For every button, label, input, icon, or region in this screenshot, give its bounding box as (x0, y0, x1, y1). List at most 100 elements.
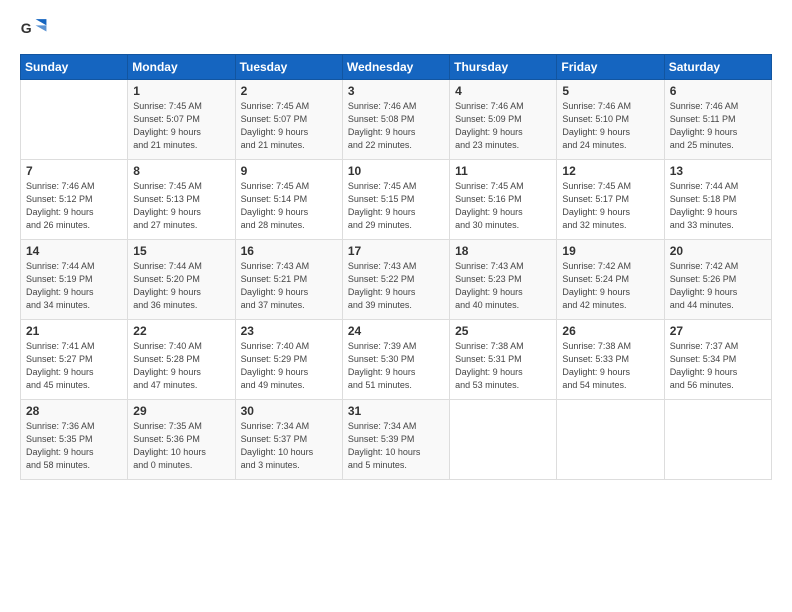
day-cell: 14 Sunrise: 7:44 AM Sunset: 5:19 PM Dayli… (21, 240, 128, 320)
day-info: Sunrise: 7:45 AM Sunset: 5:16 PM Dayligh… (455, 180, 551, 232)
day-number: 23 (241, 324, 337, 338)
day-number: 22 (133, 324, 229, 338)
day-cell: 27 Sunrise: 7:37 AM Sunset: 5:34 PM Dayli… (664, 320, 771, 400)
header: G (20, 16, 772, 44)
logo: G (20, 16, 50, 44)
col-header-sunday: Sunday (21, 55, 128, 80)
day-info: Sunrise: 7:38 AM Sunset: 5:31 PM Dayligh… (455, 340, 551, 392)
page: G SundayMondayTuesdayWednesdayThursdayFr… (0, 0, 792, 612)
day-number: 12 (562, 164, 658, 178)
day-cell: 29Sunrise: 7:35 AM Sunset: 5:36 PM Dayli… (128, 400, 235, 480)
day-cell (664, 400, 771, 480)
day-cell: 20 Sunrise: 7:42 AM Sunset: 5:26 PM Dayli… (664, 240, 771, 320)
day-cell: 30 Sunrise: 7:34 AM Sunset: 5:37 PM Dayli… (235, 400, 342, 480)
day-number: 10 (348, 164, 444, 178)
day-cell: 18Sunrise: 7:43 AM Sunset: 5:23 PM Dayli… (450, 240, 557, 320)
week-row-4: 21 Sunrise: 7:41 AM Sunset: 5:27 PM Dayli… (21, 320, 772, 400)
day-info: Sunrise: 7:44 AM Sunset: 5:19 PM Dayligh… (26, 260, 122, 312)
day-number: 4 (455, 84, 551, 98)
day-cell: 7Sunrise: 7:46 AM Sunset: 5:12 PM Daylig… (21, 160, 128, 240)
day-info: Sunrise: 7:46 AM Sunset: 5:11 PM Dayligh… (670, 100, 766, 152)
day-cell: 22 Sunrise: 7:40 AM Sunset: 5:28 PM Dayli… (128, 320, 235, 400)
svg-text:G: G (21, 20, 32, 36)
day-cell: 3Sunrise: 7:46 AM Sunset: 5:08 PM Daylig… (342, 80, 449, 160)
week-row-1: 1 Sunrise: 7:45 AM Sunset: 5:07 PM Daylig… (21, 80, 772, 160)
day-info: Sunrise: 7:45 AM Sunset: 5:14 PM Dayligh… (241, 180, 337, 232)
day-info: Sunrise: 7:44 AM Sunset: 5:18 PM Dayligh… (670, 180, 766, 232)
day-number: 15 (133, 244, 229, 258)
col-header-saturday: Saturday (664, 55, 771, 80)
day-cell: 16 Sunrise: 7:43 AM Sunset: 5:21 PM Dayli… (235, 240, 342, 320)
day-cell: 26Sunrise: 7:38 AM Sunset: 5:33 PM Dayli… (557, 320, 664, 400)
day-cell: 5 Sunrise: 7:46 AM Sunset: 5:10 PM Daylig… (557, 80, 664, 160)
day-info: Sunrise: 7:40 AM Sunset: 5:29 PM Dayligh… (241, 340, 337, 392)
day-number: 17 (348, 244, 444, 258)
day-cell: 8Sunrise: 7:45 AM Sunset: 5:13 PM Daylig… (128, 160, 235, 240)
day-info: Sunrise: 7:45 AM Sunset: 5:07 PM Dayligh… (133, 100, 229, 152)
day-number: 25 (455, 324, 551, 338)
day-info: Sunrise: 7:39 AM Sunset: 5:30 PM Dayligh… (348, 340, 444, 392)
day-cell: 21 Sunrise: 7:41 AM Sunset: 5:27 PM Dayli… (21, 320, 128, 400)
day-info: Sunrise: 7:46 AM Sunset: 5:08 PM Dayligh… (348, 100, 444, 152)
calendar-table: SundayMondayTuesdayWednesdayThursdayFrid… (20, 54, 772, 480)
day-info: Sunrise: 7:45 AM Sunset: 5:15 PM Dayligh… (348, 180, 444, 232)
day-cell: 25 Sunrise: 7:38 AM Sunset: 5:31 PM Dayli… (450, 320, 557, 400)
day-number: 30 (241, 404, 337, 418)
day-number: 31 (348, 404, 444, 418)
day-cell: 11Sunrise: 7:45 AM Sunset: 5:16 PM Dayli… (450, 160, 557, 240)
day-info: Sunrise: 7:43 AM Sunset: 5:21 PM Dayligh… (241, 260, 337, 312)
day-cell: 9 Sunrise: 7:45 AM Sunset: 5:14 PM Daylig… (235, 160, 342, 240)
day-number: 1 (133, 84, 229, 98)
day-number: 19 (562, 244, 658, 258)
day-number: 24 (348, 324, 444, 338)
day-info: Sunrise: 7:37 AM Sunset: 5:34 PM Dayligh… (670, 340, 766, 392)
day-number: 16 (241, 244, 337, 258)
day-cell: 15 Sunrise: 7:44 AM Sunset: 5:20 PM Dayli… (128, 240, 235, 320)
day-info: Sunrise: 7:43 AM Sunset: 5:22 PM Dayligh… (348, 260, 444, 312)
day-info: Sunrise: 7:38 AM Sunset: 5:33 PM Dayligh… (562, 340, 658, 392)
day-cell: 23 Sunrise: 7:40 AM Sunset: 5:29 PM Dayli… (235, 320, 342, 400)
header-row: SundayMondayTuesdayWednesdayThursdayFrid… (21, 55, 772, 80)
week-row-3: 14 Sunrise: 7:44 AM Sunset: 5:19 PM Dayli… (21, 240, 772, 320)
day-number: 20 (670, 244, 766, 258)
day-number: 6 (670, 84, 766, 98)
day-info: Sunrise: 7:45 AM Sunset: 5:17 PM Dayligh… (562, 180, 658, 232)
day-number: 14 (26, 244, 122, 258)
day-info: Sunrise: 7:46 AM Sunset: 5:10 PM Dayligh… (562, 100, 658, 152)
day-info: Sunrise: 7:34 AM Sunset: 5:37 PM Dayligh… (241, 420, 337, 472)
day-number: 9 (241, 164, 337, 178)
day-cell: 31 Sunrise: 7:34 AM Sunset: 5:39 PM Dayli… (342, 400, 449, 480)
col-header-monday: Monday (128, 55, 235, 80)
day-info: Sunrise: 7:44 AM Sunset: 5:20 PM Dayligh… (133, 260, 229, 312)
day-cell: 6 Sunrise: 7:46 AM Sunset: 5:11 PM Daylig… (664, 80, 771, 160)
day-cell (557, 400, 664, 480)
day-number: 21 (26, 324, 122, 338)
day-number: 5 (562, 84, 658, 98)
day-cell: 17 Sunrise: 7:43 AM Sunset: 5:22 PM Dayli… (342, 240, 449, 320)
day-cell: 1 Sunrise: 7:45 AM Sunset: 5:07 PM Daylig… (128, 80, 235, 160)
col-header-tuesday: Tuesday (235, 55, 342, 80)
day-info: Sunrise: 7:42 AM Sunset: 5:26 PM Dayligh… (670, 260, 766, 312)
day-cell: 12 Sunrise: 7:45 AM Sunset: 5:17 PM Dayli… (557, 160, 664, 240)
day-number: 18 (455, 244, 551, 258)
day-cell: 4Sunrise: 7:46 AM Sunset: 5:09 PM Daylig… (450, 80, 557, 160)
day-cell: 2Sunrise: 7:45 AM Sunset: 5:07 PM Daylig… (235, 80, 342, 160)
day-cell: 13Sunrise: 7:44 AM Sunset: 5:18 PM Dayli… (664, 160, 771, 240)
day-info: Sunrise: 7:41 AM Sunset: 5:27 PM Dayligh… (26, 340, 122, 392)
day-info: Sunrise: 7:34 AM Sunset: 5:39 PM Dayligh… (348, 420, 444, 472)
day-cell: 19Sunrise: 7:42 AM Sunset: 5:24 PM Dayli… (557, 240, 664, 320)
day-cell (450, 400, 557, 480)
week-row-5: 28 Sunrise: 7:36 AM Sunset: 5:35 PM Dayli… (21, 400, 772, 480)
week-row-2: 7Sunrise: 7:46 AM Sunset: 5:12 PM Daylig… (21, 160, 772, 240)
col-header-friday: Friday (557, 55, 664, 80)
day-number: 7 (26, 164, 122, 178)
col-header-wednesday: Wednesday (342, 55, 449, 80)
calendar-body: 1 Sunrise: 7:45 AM Sunset: 5:07 PM Daylig… (21, 80, 772, 480)
day-info: Sunrise: 7:36 AM Sunset: 5:35 PM Dayligh… (26, 420, 122, 472)
day-number: 28 (26, 404, 122, 418)
day-info: Sunrise: 7:40 AM Sunset: 5:28 PM Dayligh… (133, 340, 229, 392)
day-number: 27 (670, 324, 766, 338)
col-header-thursday: Thursday (450, 55, 557, 80)
day-number: 2 (241, 84, 337, 98)
day-cell (21, 80, 128, 160)
